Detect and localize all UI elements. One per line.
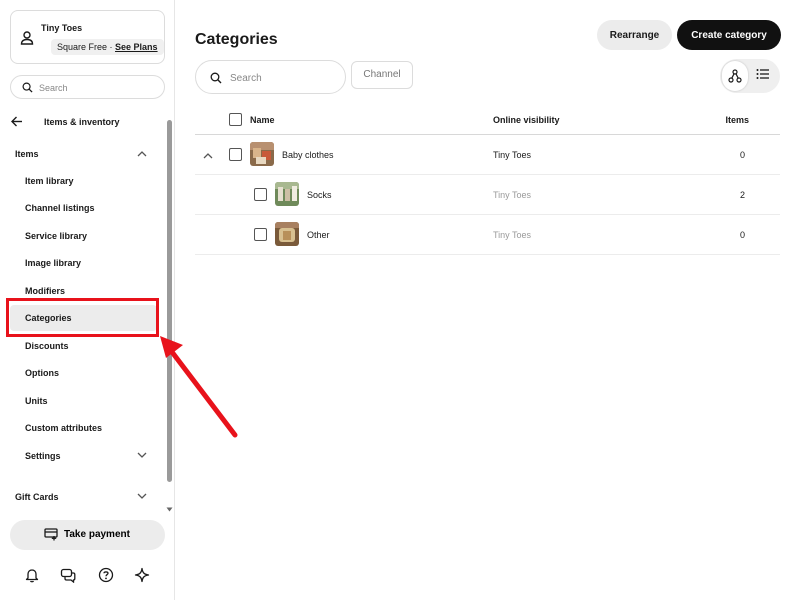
create-category-button[interactable]: Create category — [677, 20, 781, 50]
sidebar-item-settings[interactable]: Settings — [10, 443, 157, 469]
sidebar-item-service-library[interactable]: Service library — [10, 223, 157, 249]
chevron-down-icon — [137, 452, 147, 458]
arrow-left-icon — [11, 116, 22, 127]
sidebar-item-units[interactable]: Units — [10, 388, 157, 414]
visibility-value: Tiny Toes — [493, 190, 532, 200]
sidebar-item-options[interactable]: Options — [10, 360, 157, 386]
plan-name: Square Free · — [57, 42, 116, 52]
sidebar-item-label: Service library — [25, 231, 88, 241]
scroll-down-arrow-icon[interactable] — [166, 506, 173, 513]
card-payment-icon — [44, 528, 58, 541]
visibility-value: Tiny Toes — [493, 230, 532, 240]
sidebar-scrollbar-thumb[interactable] — [167, 120, 172, 482]
category-thumbnail — [250, 142, 274, 166]
sidebar-item-label: Custom attributes — [25, 423, 103, 433]
row-checkbox[interactable] — [254, 188, 267, 201]
back-to-items-inventory[interactable]: Items & inventory — [0, 112, 165, 132]
items-section-label: Items — [15, 149, 39, 159]
business-name: Tiny Toes — [41, 23, 83, 33]
chat-icon[interactable] — [60, 567, 76, 583]
take-payment-label: Take payment — [64, 529, 130, 540]
column-header-visibility[interactable]: Online visibility — [493, 115, 560, 125]
sidebar-item-image-library[interactable]: Image library — [10, 250, 157, 276]
tree-view-icon — [728, 69, 742, 83]
visibility-value: Tiny Toes — [493, 150, 532, 160]
chevron-down-icon — [137, 493, 147, 499]
sidebar-item-label: Channel listings — [25, 203, 95, 213]
sidebar-item-label: Categories — [25, 313, 72, 323]
column-header-items[interactable]: Items — [725, 115, 749, 125]
item-count: 2 — [739, 190, 745, 200]
sidebar-item-item-library[interactable]: Item library — [10, 168, 157, 194]
sparkle-icon[interactable] — [134, 567, 150, 583]
category-name[interactable]: Socks — [307, 190, 332, 200]
list-view-icon[interactable] — [756, 68, 770, 80]
sidebar-item-label: Image library — [25, 258, 82, 268]
see-plans-link[interactable]: See Plans — [115, 42, 158, 52]
row-checkbox[interactable] — [254, 228, 267, 241]
category-thumbnail — [275, 182, 299, 206]
sidebar-item-label: Options — [25, 368, 59, 378]
search-icon — [210, 72, 222, 84]
search-icon — [22, 82, 33, 93]
sidebar-item-label: Item library — [25, 176, 74, 186]
categories-search-input[interactable] — [230, 70, 330, 86]
chevron-up-icon[interactable] — [203, 152, 213, 159]
gift-cards-section-toggle[interactable]: Gift Cards — [0, 487, 160, 507]
chevron-up-icon — [137, 151, 147, 157]
sidebar-item-categories[interactable]: Categories — [10, 305, 157, 331]
tree-view-button[interactable] — [722, 61, 748, 91]
items-section-toggle[interactable]: Items — [0, 144, 160, 164]
sidebar-item-label: Discounts — [25, 341, 69, 351]
sidebar-item-custom-attributes[interactable]: Custom attributes — [10, 415, 157, 441]
user-icon — [20, 31, 34, 45]
channel-filter-button[interactable]: Channel — [351, 61, 413, 89]
sidebar-item-discounts[interactable]: Discounts — [10, 333, 157, 359]
back-label: Items & inventory — [44, 117, 120, 127]
sidebar-item-label: Modifiers — [25, 286, 66, 296]
sidebar: Tiny Toes Square Free · See Plans Items … — [0, 0, 175, 600]
gift-cards-label: Gift Cards — [15, 492, 59, 502]
categories-search[interactable] — [195, 60, 346, 94]
sidebar-item-channel-listings[interactable]: Channel listings — [10, 195, 157, 221]
sidebar-search[interactable] — [10, 75, 165, 99]
table-header: Name Online visibility Items — [195, 108, 780, 135]
select-all-checkbox[interactable] — [229, 113, 242, 126]
sidebar-item-label: Units — [25, 396, 48, 406]
plan-badge: Square Free · See Plans — [51, 39, 164, 55]
table-row[interactable]: Baby clothes Tiny Toes 0 — [195, 135, 780, 175]
table-row[interactable]: Socks Tiny Toes 2 — [195, 175, 780, 215]
take-payment-button[interactable]: Take payment — [10, 520, 165, 550]
category-thumbnail — [275, 222, 299, 246]
help-icon[interactable] — [98, 567, 114, 583]
item-count: 0 — [739, 230, 745, 240]
column-header-name[interactable]: Name — [250, 115, 275, 125]
category-name[interactable]: Baby clothes — [282, 150, 334, 160]
rearrange-button[interactable]: Rearrange — [597, 20, 672, 50]
page-title: Categories — [195, 31, 278, 48]
category-name[interactable]: Other — [307, 230, 330, 240]
row-checkbox[interactable] — [229, 148, 242, 161]
sidebar-search-input[interactable] — [39, 80, 159, 96]
bell-icon[interactable] — [24, 567, 40, 583]
table-row[interactable]: Other Tiny Toes 0 — [195, 215, 780, 255]
item-count: 0 — [739, 150, 745, 160]
sidebar-item-label: Settings — [25, 451, 61, 461]
sidebar-item-modifiers[interactable]: Modifiers — [10, 278, 157, 304]
account-switcher[interactable]: Tiny Toes Square Free · See Plans — [10, 10, 165, 64]
